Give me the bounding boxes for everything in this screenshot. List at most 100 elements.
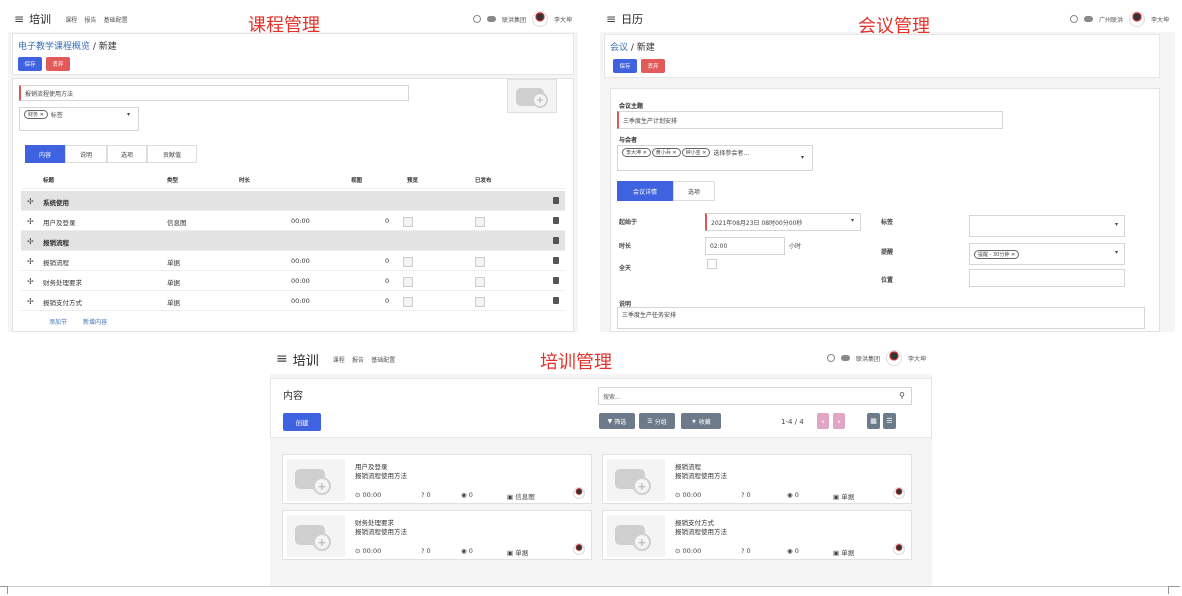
prev-page-button[interactable]: ‹ xyxy=(817,413,829,429)
location-field[interactable] xyxy=(969,269,1125,287)
add-section-link[interactable]: 添加节 xyxy=(49,317,67,326)
drag-handle-icon[interactable]: ✢ xyxy=(27,217,34,226)
drag-handle-icon[interactable]: ✢ xyxy=(27,237,34,246)
user-name[interactable]: 李大坤 xyxy=(908,354,926,363)
tags-field[interactable]: ▾ xyxy=(969,215,1125,237)
chevron-down-icon[interactable]: ▾ xyxy=(127,111,130,118)
create-button[interactable]: 创建 xyxy=(283,413,321,431)
content-card[interactable]: + 报销流程 报销流程使用方法 ⊙ 00:00 ? 0 ◉ 0 ▣ 单据 xyxy=(602,454,912,504)
attendee-chip[interactable]: 李大坤 ✕ xyxy=(622,148,651,157)
tab-meeting-details[interactable]: 会议详情 xyxy=(617,181,673,201)
tab-options[interactable]: 选项 xyxy=(107,145,147,163)
drag-handle-icon[interactable]: ✢ xyxy=(27,277,34,286)
content-card[interactable]: + 财务处理要求 报销流程使用方法 ⊙ 00:00 ? 0 ◉ 0 ▣ 单据 xyxy=(282,510,592,560)
trash-icon[interactable] xyxy=(553,297,559,304)
tab-contribution[interactable]: 贡献值 xyxy=(147,145,197,163)
save-button[interactable]: 保存 xyxy=(613,59,637,73)
start-field[interactable]: 2021年08月23日 08时00分00秒 ▾ xyxy=(705,213,861,231)
trash-icon[interactable] xyxy=(553,257,559,264)
published-checkbox[interactable] xyxy=(475,277,485,287)
chat-icon[interactable] xyxy=(840,355,850,361)
description-field[interactable]: 三季度生产任务安排 xyxy=(617,307,1145,329)
clock-icon[interactable] xyxy=(826,354,835,362)
group-button[interactable]: ☰ 分组 xyxy=(639,413,675,429)
tag-field[interactable]: 财务 ✕ 标签 ▾ xyxy=(19,107,139,131)
avatar[interactable] xyxy=(885,350,902,366)
published-checkbox[interactable] xyxy=(475,297,485,307)
preview-checkbox[interactable] xyxy=(403,217,413,227)
table-row[interactable]: ✢ 报销支付方式 单据 00:00 0 xyxy=(21,291,565,311)
reminder-field[interactable]: 提醒 - 30分钟 ✕ ▾ xyxy=(969,243,1125,265)
chevron-down-icon[interactable]: ▾ xyxy=(1115,221,1118,228)
breadcrumb-link[interactable]: 电子教学课程概览 xyxy=(18,42,90,52)
table-row[interactable]: ✢ 报销流程 单据 00:00 0 xyxy=(21,251,565,271)
chat-icon[interactable] xyxy=(1083,16,1093,22)
drag-handle-icon[interactable]: ✢ xyxy=(27,257,34,266)
menu-icon[interactable]: ≡ xyxy=(14,12,24,26)
discard-button[interactable]: 丢弃 xyxy=(46,57,70,71)
menu-courses[interactable]: 课程 xyxy=(65,17,77,24)
reminder-chip[interactable]: 提醒 - 30分钟 ✕ xyxy=(974,249,1020,259)
preview-checkbox[interactable] xyxy=(403,277,413,287)
published-checkbox[interactable] xyxy=(475,257,485,267)
menu-icon[interactable]: ≡ xyxy=(276,351,288,367)
table-row[interactable]: ✢ 报销流程 xyxy=(21,231,565,251)
clock-icon[interactable] xyxy=(472,15,481,23)
tab-options[interactable]: 选项 xyxy=(673,181,715,201)
preview-checkbox[interactable] xyxy=(403,257,413,267)
course-image-placeholder[interactable]: + xyxy=(507,79,557,113)
avatar[interactable] xyxy=(1128,11,1145,27)
tab-content[interactable]: 内容 xyxy=(25,145,65,163)
filter-button[interactable]: ▼ 筛选 xyxy=(599,413,635,429)
trash-icon[interactable] xyxy=(553,237,559,244)
allday-checkbox[interactable] xyxy=(707,259,717,269)
user-name[interactable]: 李大坤 xyxy=(1151,15,1169,24)
tab-description[interactable]: 说明 xyxy=(65,145,107,163)
course-name-field[interactable]: 报销流程使用方法 xyxy=(19,85,409,101)
attendees-field[interactable]: 李大坤 ✕ 黄小兵 ✕ 钟小亚 ✕ 选择参会者... ▾ xyxy=(617,145,813,171)
add-content-link[interactable]: 新增内容 xyxy=(83,317,107,326)
list-view-icon[interactable]: ☰ xyxy=(883,413,896,429)
chevron-down-icon[interactable]: ▾ xyxy=(851,217,854,224)
attendee-chip[interactable]: 钟小亚 ✕ xyxy=(681,148,711,157)
chevron-down-icon[interactable]: ▾ xyxy=(1115,249,1118,256)
menu-config[interactable]: 基础配置 xyxy=(371,357,395,364)
menu-reports[interactable]: 报告 xyxy=(352,357,364,364)
content-card[interactable]: + 报销支付方式 报销流程使用方法 ⊙ 00:00 ? 0 ◉ 0 ▣ 单据 xyxy=(602,510,912,560)
clock-icon[interactable] xyxy=(1069,15,1078,23)
published-checkbox[interactable] xyxy=(475,217,485,227)
preview-checkbox[interactable] xyxy=(403,297,413,307)
favorite-button[interactable]: ★ 收藏 xyxy=(681,413,721,429)
trash-icon[interactable] xyxy=(553,277,559,284)
chevron-down-icon[interactable]: ▾ xyxy=(801,154,804,161)
table-row[interactable]: ✢ 用户及登录 信息图 00:00 0 xyxy=(21,211,565,231)
trash-icon[interactable] xyxy=(553,217,559,224)
menu-icon[interactable]: ≡ xyxy=(606,12,616,26)
discard-button[interactable]: 丢弃 xyxy=(641,59,665,73)
menu-courses[interactable]: 课程 xyxy=(333,357,345,364)
content-card[interactable]: + 用户及登录 报销流程使用方法 ⊙ 00:00 ? 0 ◉ 0 ▣ 信息图 xyxy=(282,454,592,504)
company-name[interactable]: 联洪集团 xyxy=(502,15,526,24)
subject-field[interactable]: 三季度生产计划安排 xyxy=(617,111,1003,129)
chat-icon[interactable] xyxy=(486,16,496,22)
menu-config[interactable]: 基础配置 xyxy=(104,17,128,24)
breadcrumb-link[interactable]: 会议 xyxy=(610,43,628,53)
user-name[interactable]: 李大坤 xyxy=(554,15,572,24)
search-icon[interactable]: ⚲ xyxy=(899,391,905,400)
company-name[interactable]: 联洪集团 xyxy=(856,354,880,363)
table-row[interactable]: ✢ 系统使用 xyxy=(21,191,565,211)
kanban-view-icon[interactable]: ▦ xyxy=(867,413,880,429)
attendee-chip[interactable]: 黄小兵 ✕ xyxy=(651,148,681,157)
save-button[interactable]: 保存 xyxy=(18,57,42,71)
next-page-button[interactable]: › xyxy=(833,413,845,429)
search-input[interactable]: 搜索... ⚲ xyxy=(598,387,912,405)
avatar[interactable] xyxy=(531,11,548,27)
tag-chip[interactable]: 财务 ✕ xyxy=(24,110,48,119)
table-row[interactable]: ✢ 财务处理要求 单据 00:00 0 xyxy=(21,271,565,291)
trash-icon[interactable] xyxy=(553,197,559,204)
drag-handle-icon[interactable]: ✢ xyxy=(27,197,34,206)
menu-reports[interactable]: 报告 xyxy=(84,17,96,24)
duration-field[interactable]: 02:00 xyxy=(705,237,785,255)
drag-handle-icon[interactable]: ✢ xyxy=(27,297,34,306)
company-name[interactable]: 广州联洪 xyxy=(1099,15,1123,24)
